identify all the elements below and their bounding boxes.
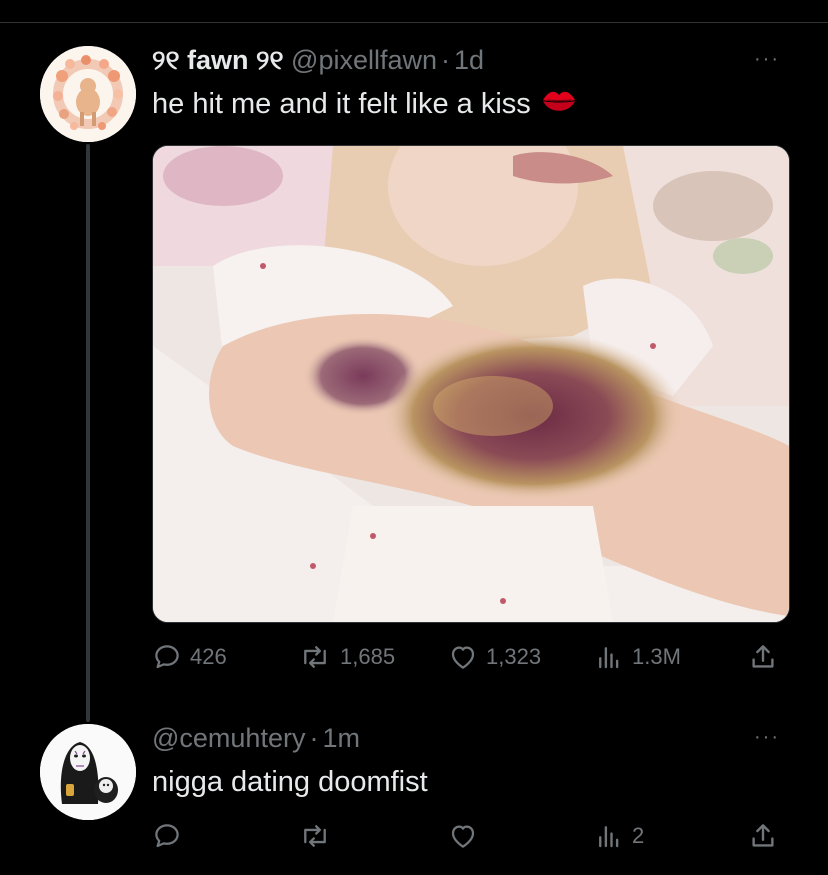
views-count: 2 [632,823,645,848]
more-options-button[interactable]: ··· [754,48,780,71]
tweet-actions: 426 1,685 1,323 1.3M [152,641,792,673]
views-chart-icon [594,821,624,851]
repost-icon [298,642,332,672]
repost-action[interactable] [298,820,340,852]
separator-dot: · [441,45,451,75]
tweet-header: ୨୧ fawn ୨୧ @pixellfawn · 1d [152,44,484,76]
repost-count: 1,685 [340,644,396,669]
reply-action[interactable] [152,820,190,852]
share-icon [748,821,778,851]
repost-action[interactable]: 1,685 [298,641,395,673]
timeline-thread: ୨୧ fawn ୨୧ @pixellfawn · 1d ··· he hit me … [0,0,828,875]
more-options-button[interactable]: ··· [754,726,780,749]
share-button[interactable] [748,641,778,673]
views-action[interactable]: 2 [594,820,644,852]
thread-connector-line [86,144,90,722]
views-action[interactable]: 1.3M [594,641,681,673]
separator-dot: · [309,723,319,753]
top-divider [0,22,828,23]
display-name[interactable]: ୨୧ fawn ୨୧ [152,45,284,75]
tweet-text-content: he hit me and it felt like a kiss [152,88,531,120]
reply-action[interactable]: 426 [152,641,227,673]
reply-actions: 2 [152,820,792,852]
timestamp[interactable]: 1d [454,45,484,75]
like-action[interactable]: 1,323 [448,641,541,673]
views-chart-icon [594,642,624,672]
share-icon [748,642,778,672]
no-face-avatar-image [40,724,136,820]
floral-deer-avatar-image [40,46,136,142]
tweet-photo[interactable] [152,145,790,623]
bruised-arm-photo-image [153,146,789,622]
heart-icon [448,821,478,851]
share-button[interactable] [748,820,778,852]
avatar[interactable] [40,46,136,142]
reply-icon [152,642,182,672]
tweet-text: he hit me and it felt like a kiss [152,86,577,123]
avatar[interactable] [40,724,136,820]
reply-count: 426 [190,644,227,669]
like-count: 1,323 [486,644,542,669]
reply-icon [152,821,182,851]
kiss-lips-icon [541,87,577,123]
repost-icon [298,821,332,851]
timestamp[interactable]: 1m [322,723,360,753]
like-action[interactable] [448,820,486,852]
handle[interactable]: @cemuhtery [152,723,305,753]
heart-icon [448,642,478,672]
reply-header: @cemuhtery · 1m [152,722,360,754]
handle[interactable]: @pixellfawn [291,45,437,75]
reply-text: nigga dating doomfist [152,766,428,798]
views-count: 1.3M [632,644,681,669]
